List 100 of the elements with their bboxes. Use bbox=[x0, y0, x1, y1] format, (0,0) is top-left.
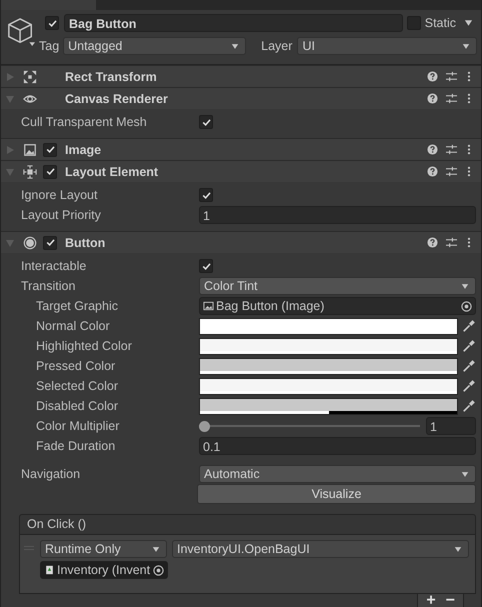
property-label: Navigation bbox=[20, 467, 82, 481]
enabled-checkbox[interactable] bbox=[43, 236, 57, 250]
function-dropdown[interactable]: InventoryUI.OpenBagUI bbox=[172, 540, 469, 558]
settings-icon[interactable] bbox=[446, 237, 457, 248]
layout-icon bbox=[23, 164, 37, 178]
eyedropper-icon[interactable] bbox=[462, 359, 476, 373]
property-label: Transition bbox=[20, 279, 76, 293]
settings-icon[interactable] bbox=[446, 144, 457, 155]
name-field[interactable]: Bag Button bbox=[64, 14, 403, 32]
dropdown[interactable]: Automatic bbox=[199, 465, 476, 483]
property-label: Layout Priority bbox=[20, 208, 102, 222]
tag-label: Tag bbox=[39, 39, 60, 53]
component-header[interactable]: Canvas Renderer bbox=[1, 87, 481, 109]
help-icon[interactable] bbox=[427, 93, 438, 104]
help-icon[interactable] bbox=[427, 144, 438, 155]
component-title: Button bbox=[65, 236, 106, 250]
caret-icon bbox=[231, 44, 240, 48]
event-title: On Click () bbox=[27, 517, 86, 531]
check-icon bbox=[44, 144, 56, 155]
script-icon bbox=[44, 565, 55, 575]
component-header[interactable]: Button bbox=[1, 231, 481, 253]
component-header[interactable]: Layout Element bbox=[1, 160, 481, 182]
add-button[interactable]: + bbox=[426, 594, 436, 607]
component-header[interactable]: Rect Transform bbox=[1, 65, 481, 87]
enabled-checkbox[interactable] bbox=[43, 142, 57, 156]
property-checkbox[interactable] bbox=[199, 115, 213, 129]
property-label: Selected Color bbox=[35, 379, 119, 393]
image-icon bbox=[203, 301, 214, 311]
layer-label: Layer bbox=[261, 39, 292, 53]
property-checkbox[interactable] bbox=[199, 259, 213, 273]
more-options-icon[interactable] bbox=[467, 93, 471, 104]
layer-dropdown[interactable]: UI bbox=[297, 37, 477, 55]
property-checkbox[interactable] bbox=[199, 188, 213, 202]
caret-icon bbox=[461, 284, 469, 288]
color-swatch[interactable] bbox=[199, 358, 458, 374]
property-label: Target Graphic bbox=[35, 299, 119, 313]
property-label: Color Multiplier bbox=[35, 419, 120, 433]
button-icon bbox=[23, 236, 37, 250]
eyedropper-icon[interactable] bbox=[462, 399, 476, 413]
value-field[interactable]: 0.1 bbox=[199, 437, 476, 455]
check-icon bbox=[44, 237, 56, 248]
property-label: Cull Transparent Mesh bbox=[20, 115, 148, 129]
check-icon bbox=[200, 260, 212, 272]
property-label: Fade Duration bbox=[35, 439, 116, 453]
tag-dropdown[interactable]: Untagged bbox=[63, 37, 246, 55]
property-label: Highlighted Color bbox=[35, 339, 133, 353]
dropdown[interactable]: Color Tint bbox=[199, 277, 476, 295]
color-swatch[interactable] bbox=[199, 338, 458, 354]
check-icon bbox=[44, 166, 56, 177]
value-field[interactable]: 1 bbox=[199, 206, 476, 224]
settings-icon[interactable] bbox=[446, 93, 457, 104]
color-swatch[interactable] bbox=[199, 318, 458, 334]
check-icon bbox=[46, 18, 58, 28]
eyedropper-icon[interactable] bbox=[462, 319, 476, 333]
static-checkbox[interactable] bbox=[406, 16, 421, 30]
more-options-icon[interactable] bbox=[467, 71, 471, 82]
active-checkbox[interactable] bbox=[45, 16, 59, 30]
caret-icon bbox=[462, 44, 470, 48]
visualize-button[interactable]: Visualize bbox=[197, 484, 476, 504]
help-icon[interactable] bbox=[427, 237, 438, 248]
settings-icon[interactable] bbox=[446, 71, 457, 82]
cube-icon bbox=[7, 17, 35, 47]
object-field[interactable]: Inventory (Invent bbox=[40, 561, 168, 579]
more-options-icon[interactable] bbox=[467, 144, 471, 155]
settings-icon[interactable] bbox=[446, 166, 457, 177]
component-title: Rect Transform bbox=[65, 70, 158, 84]
eyedropper-icon[interactable] bbox=[462, 379, 476, 393]
value-field[interactable]: 1 bbox=[426, 417, 476, 435]
object-picker-icon[interactable] bbox=[461, 300, 472, 312]
more-options-icon[interactable] bbox=[467, 166, 471, 177]
component-title: Layout Element bbox=[65, 164, 160, 178]
color-swatch[interactable] bbox=[199, 378, 458, 394]
property-label: Disabled Color bbox=[35, 399, 119, 413]
color-swatch[interactable] bbox=[199, 398, 458, 414]
caret-icon[interactable] bbox=[464, 20, 473, 26]
component-title: Canvas Renderer bbox=[65, 92, 169, 106]
more-options-icon[interactable] bbox=[467, 237, 471, 248]
help-icon[interactable] bbox=[427, 71, 438, 82]
property-label: Interactable bbox=[20, 259, 88, 273]
check-icon bbox=[200, 116, 212, 128]
caret-icon bbox=[152, 546, 160, 552]
component-header[interactable]: Image bbox=[1, 138, 481, 160]
static-label: Static bbox=[424, 16, 456, 30]
caret-icon bbox=[454, 546, 462, 552]
remove-button[interactable]: − bbox=[446, 594, 455, 607]
enabled-checkbox[interactable] bbox=[43, 164, 57, 178]
image-icon bbox=[23, 142, 37, 156]
property-label: Pressed Color bbox=[35, 359, 116, 373]
eyedropper-icon[interactable] bbox=[462, 339, 476, 353]
check-icon bbox=[200, 190, 212, 200]
help-icon[interactable] bbox=[427, 166, 438, 177]
object-field[interactable]: Bag Button (Image) bbox=[199, 297, 476, 315]
property-label: Normal Color bbox=[35, 319, 111, 333]
property-label: Ignore Layout bbox=[20, 188, 98, 202]
component-title: Image bbox=[65, 142, 102, 156]
caret-icon bbox=[461, 472, 469, 476]
slider-handle[interactable] bbox=[199, 420, 210, 432]
move-arrows-icon bbox=[23, 70, 37, 84]
object-picker-icon[interactable] bbox=[153, 564, 164, 576]
call-state-dropdown[interactable]: Runtime Only bbox=[40, 540, 167, 558]
